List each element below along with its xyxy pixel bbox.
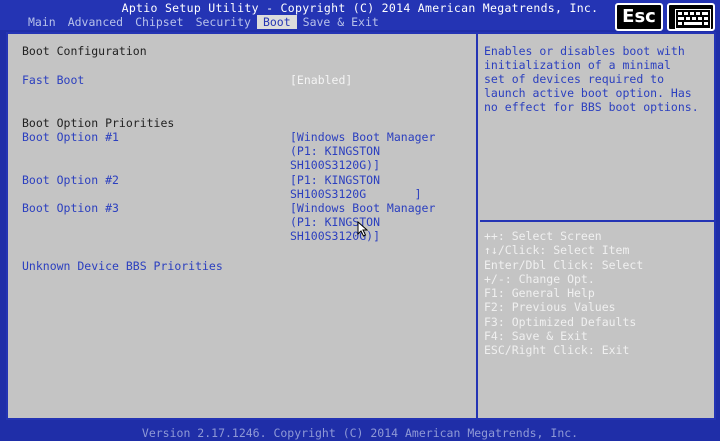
tab-advanced[interactable]: Advanced <box>62 15 129 29</box>
boot-option-1-value-line[interactable]: SH100S3120G)] <box>290 158 380 172</box>
key-help-line: F1: General Help <box>484 286 595 300</box>
tab-main[interactable]: Main <box>22 15 62 29</box>
key-help-line: F4: Save & Exit <box>484 329 588 343</box>
help-text-line: set of devices required to <box>484 72 665 86</box>
key-help-line: F2: Previous Values <box>484 300 616 314</box>
unknown-device-bbs-priorities-link[interactable]: Unknown Device BBS Priorities <box>22 259 223 273</box>
footer-version: Version 2.17.1246. Copyright (C) 2014 Am… <box>141 426 579 440</box>
keyboard-button[interactable] <box>667 3 715 31</box>
key-help-line: ++: Select Screen <box>484 229 602 243</box>
help-divider <box>480 220 716 222</box>
key-help-line: Enter/Dbl Click: Select <box>484 258 644 272</box>
tab-boot[interactable]: Boot <box>256 15 297 29</box>
fast-boot-value[interactable]: [Enabled] <box>290 73 352 87</box>
key-help-line: ESC/Right Click: Exit <box>484 343 630 357</box>
top-bar: Aptio Setup Utility - Copyright (C) 2014… <box>0 0 720 30</box>
boot-option-1-label[interactable]: Boot Option #1 <box>22 130 119 144</box>
tab-chipset[interactable]: Chipset <box>129 15 189 29</box>
boot-option-1-value-line[interactable]: (P1: KINGSTON <box>290 144 380 158</box>
help-text-line: initialization of a minimal <box>484 58 671 72</box>
app-title: Aptio Setup Utility - Copyright (C) 2014… <box>121 1 599 15</box>
boot-configuration-heading: Boot Configuration <box>22 44 147 58</box>
help-text-line: no effect for BBS boot options. <box>484 100 699 114</box>
help-text-line: Enables or disables boot with <box>484 44 685 58</box>
boot-option-2-label[interactable]: Boot Option #2 <box>22 173 119 187</box>
esc-button[interactable]: Esc <box>615 3 663 31</box>
key-help-line: +/-: Change Opt. <box>484 272 595 286</box>
boot-option-2-value-line[interactable]: [P1: KINGSTON <box>290 173 380 187</box>
key-help-line: ↑↓/Click: Select Item <box>484 243 630 257</box>
keyboard-icon <box>675 9 711 29</box>
tab-security[interactable]: Security <box>190 15 257 29</box>
key-help-line: F3: Optimized Defaults <box>484 315 637 329</box>
help-panel: Enables or disables boot with initializa… <box>480 34 716 418</box>
boot-option-1-value-line[interactable]: [Windows Boot Manager <box>290 130 435 144</box>
help-text-line: launch active boot option. Has <box>484 86 692 100</box>
boot-option-2-value-line[interactable]: SH100S3120G ] <box>290 187 422 201</box>
mouse-pointer-icon <box>357 221 369 237</box>
boot-option-3-label[interactable]: Boot Option #3 <box>22 201 119 215</box>
tab-save-exit[interactable]: Save & Exit <box>297 15 385 29</box>
fast-boot-label[interactable]: Fast Boot <box>22 73 84 87</box>
tab-bar: Main Advanced Chipset Security Boot Save… <box>22 15 385 29</box>
settings-panel: Boot Configuration Fast Boot [Enabled] B… <box>8 34 478 418</box>
boot-option-3-value-line[interactable]: [Windows Boot Manager <box>290 201 435 215</box>
boot-option-priorities-heading: Boot Option Priorities <box>22 116 175 130</box>
